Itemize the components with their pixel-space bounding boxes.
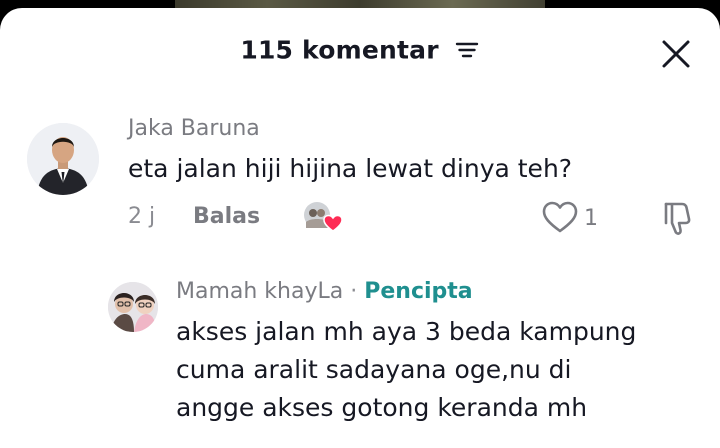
thumbs-down-icon[interactable] [658,199,696,237]
reply-text-line-2: cuma aralit sadayana oge,nu di [176,355,572,384]
reply-username-row: Mamah khayLa · Pencipta [176,279,473,304]
reply-text-line-3: angge akses gotong keranda mh [176,393,588,422]
heart-outline-icon[interactable] [541,200,579,234]
creator-badge: Pencipta [364,279,473,304]
profile-photo-man-suit [27,123,99,195]
comment-username[interactable]: Jaka Baruna [128,116,260,141]
like-count: 1 [584,206,598,231]
comment-timestamp: 2 j [128,204,156,229]
reply-button[interactable]: Balas [193,204,260,229]
comments-header: 115 komentar [0,34,720,65]
comment-text: eta jalan hiji hijina lewat dinya teh? [128,154,573,183]
comment-count-title: 115 komentar [240,35,439,65]
close-x-icon[interactable] [656,34,696,74]
reply-username[interactable]: Mamah khayLa [176,279,343,304]
filter-lines-icon[interactable] [454,39,480,61]
avatar-jaka-baruna[interactable] [27,123,99,195]
liked-by-creator-icon [304,202,343,232]
avatar-mamah-khayla[interactable] [108,282,158,332]
username-separator: · [350,279,358,304]
profile-photo-two-people [108,282,158,332]
reply-text-line-1: akses jalan mh aya 3 beda kampung [176,317,637,346]
